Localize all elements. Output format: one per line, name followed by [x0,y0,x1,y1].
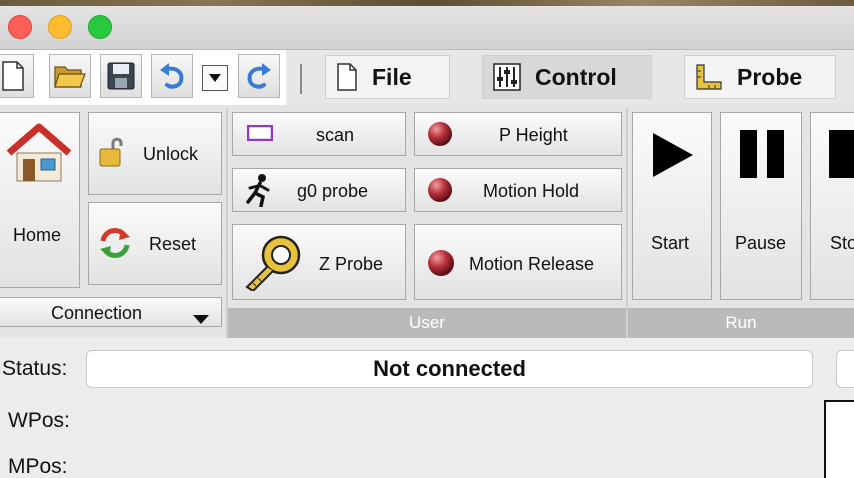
reset-button[interactable]: Reset [88,202,222,285]
connection-dropdown[interactable]: Connection [0,297,222,327]
unlock-button[interactable]: Unlock [88,112,222,195]
open-folder-button[interactable] [49,54,91,98]
tab-file[interactable]: File [325,55,450,99]
running-man-icon [243,173,273,212]
new-document-icon [2,61,24,91]
status-side-button[interactable] [836,350,854,388]
g0-probe-button[interactable]: g0 probe [232,168,406,212]
red-ball-icon [427,121,453,152]
status-label: Status: [2,357,68,380]
toolbar-separator [300,64,302,94]
wpos-label: WPos: [8,409,70,432]
motion-release-label: Motion Release [469,254,595,274]
tab-control[interactable]: Control [482,55,652,99]
reset-arrows-icon [97,225,133,266]
status-field: Not connected [86,350,813,388]
user-group-label: User [228,308,626,338]
history-dropdown-button[interactable] [202,65,228,91]
start-button[interactable]: Start [632,112,712,300]
connection-label: Connection [51,303,143,323]
reset-label: Reset [149,234,197,254]
document-icon [336,63,358,91]
redo-button[interactable] [238,54,280,98]
status-value: Not connected [373,356,526,381]
sliders-icon [493,63,521,91]
ruler-square-icon [695,63,723,91]
zoom-button[interactable] [88,15,112,39]
z-probe-label: Z Probe [319,254,384,274]
pause-icon [739,129,785,184]
status-panel: Status: Not connected WPos: MPos: [0,338,854,478]
toolbar: File Control Probe [0,50,854,105]
g0-probe-label: g0 probe [297,181,369,201]
stop-icon [829,129,854,184]
tab-probe[interactable]: Probe [684,55,836,99]
position-display-box [824,400,854,478]
pause-button[interactable]: Pause [720,112,802,300]
home-button[interactable]: Home [0,112,80,288]
title-bar [0,0,854,50]
save-disk-icon [107,62,135,90]
scan-button[interactable]: scan [232,112,406,156]
home-label: Home [13,225,62,245]
undo-button[interactable] [151,54,193,98]
tab-label: File [372,63,412,90]
red-ball-icon [427,249,455,282]
open-folder-icon [54,66,86,88]
mpos-label: MPos: [8,455,68,478]
motion-release-button[interactable]: Motion Release [414,224,622,300]
red-ball-icon [427,177,453,208]
motion-hold-label: Motion Hold [483,181,580,201]
tab-label: Control [535,63,617,90]
unlock-padlock-icon [97,135,129,174]
home-icon [6,123,72,188]
play-icon [651,131,695,184]
group-separator [626,108,628,338]
stop-button[interactable]: Sto [810,112,854,300]
background-strip [0,0,854,6]
tab-label: Probe [737,63,803,90]
ribbon: Home Unlock Reset Connection scan g0 pro… [0,105,854,338]
p-height-label: P Height [499,125,568,145]
start-label: Start [651,233,690,253]
pause-label: Pause [735,233,787,253]
redo-icon [247,63,271,89]
z-probe-button[interactable]: Z Probe [232,224,406,300]
group-separator [226,108,228,338]
chevron-down-icon [193,308,209,329]
run-group-label: Run [628,308,854,338]
new-document-button[interactable] [0,54,34,98]
scan-label: scan [316,125,355,145]
tape-measure-icon [245,233,303,296]
undo-icon [160,63,184,89]
quick-access-toolbar [0,50,286,105]
p-height-button[interactable]: P Height [414,112,622,156]
close-button[interactable] [8,15,32,39]
stop-label: Sto [830,233,854,253]
minimize-button[interactable] [48,15,72,39]
rectangle-icon [246,124,274,146]
motion-hold-button[interactable]: Motion Hold [414,168,622,212]
dropdown-icon [209,74,221,82]
unlock-label: Unlock [143,144,199,164]
save-button[interactable] [100,54,142,98]
